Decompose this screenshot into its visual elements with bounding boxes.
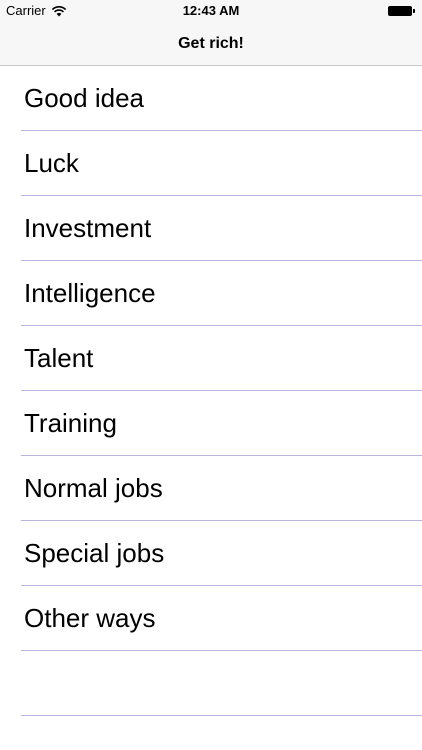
- list-item-good-idea[interactable]: Good idea: [0, 66, 422, 131]
- list-item-label: Investment: [24, 213, 152, 243]
- list-item-label: Special jobs: [24, 538, 165, 568]
- top-bar: Carrier 12:43 AM Get rich!: [0, 0, 422, 66]
- list-item-investment[interactable]: Investment: [0, 196, 422, 261]
- status-time: 12:43 AM: [182, 3, 240, 18]
- battery-icon: [388, 6, 415, 16]
- status-bar: Carrier 12:43 AM: [0, 0, 422, 22]
- list-item-label: Other ways: [24, 603, 156, 633]
- list-item-luck[interactable]: Luck: [0, 131, 422, 196]
- list-item-normal-jobs[interactable]: Normal jobs: [0, 456, 422, 521]
- list-item-training[interactable]: Training: [0, 391, 422, 456]
- battery-level: [388, 6, 412, 16]
- list-item-label: Good idea: [24, 83, 144, 113]
- battery-tip: [413, 9, 415, 13]
- empty-row: [0, 651, 422, 716]
- list-item-talent[interactable]: Talent: [0, 326, 422, 391]
- list-item-label: Training: [24, 408, 117, 438]
- list-item-label: Intelligence: [24, 278, 156, 308]
- list-item-special-jobs[interactable]: Special jobs: [0, 521, 422, 586]
- list-item-intelligence[interactable]: Intelligence: [0, 261, 422, 326]
- list-item-label: Luck: [24, 148, 79, 178]
- list-item-other-ways[interactable]: Other ways: [0, 586, 422, 651]
- menu-list: Good idea Luck Investment Intelligence T…: [0, 66, 422, 716]
- list-item-label: Normal jobs: [24, 473, 163, 503]
- list-item-label: Talent: [24, 343, 94, 373]
- screen: Carrier 12:43 AM Get rich! Good idea Luc…: [0, 0, 422, 750]
- nav-title: Get rich!: [178, 35, 244, 52]
